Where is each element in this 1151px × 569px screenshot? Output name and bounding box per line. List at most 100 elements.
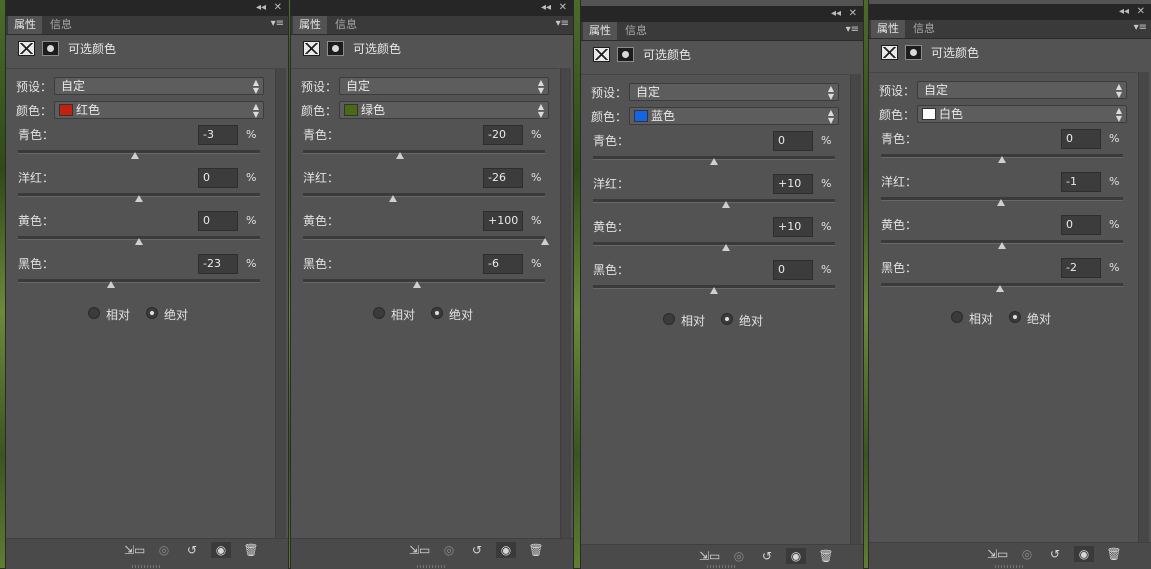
slider-value-input[interactable]: -6 (483, 254, 523, 274)
color-select[interactable]: 绿色 ▲ ▼ (339, 101, 549, 119)
visibility-previous-icon[interactable]: ◎ (1017, 546, 1037, 562)
eye-icon[interactable]: ◉ (1074, 546, 1094, 562)
slider-value-input[interactable]: -20 (483, 125, 523, 145)
trash-icon[interactable]: 🗑 (1104, 546, 1124, 562)
slider-thumb[interactable] (541, 238, 549, 245)
mask-icon[interactable] (327, 41, 344, 56)
close-icon[interactable]: ✕ (274, 1, 282, 15)
slider-value-input[interactable]: 0 (198, 168, 238, 188)
slider-track[interactable] (303, 193, 545, 197)
slider-thumb[interactable] (135, 195, 143, 202)
scrollbar[interactable] (275, 68, 286, 538)
slider-track[interactable] (303, 279, 545, 283)
absolute-radio[interactable] (721, 313, 733, 325)
eye-icon[interactable]: ◉ (211, 542, 231, 558)
slider-value-input[interactable]: -23 (198, 254, 238, 274)
slider-thumb[interactable] (388, 195, 397, 202)
slider-thumb[interactable] (995, 285, 1004, 292)
collapse-icon[interactable]: ◂◂ (256, 1, 266, 15)
trash-icon[interactable]: 🗑 (816, 548, 836, 564)
slider-thumb[interactable] (710, 287, 718, 294)
close-icon[interactable]: ✕ (849, 7, 857, 21)
scrollbar[interactable] (560, 68, 571, 538)
tab-properties[interactable]: 属性 (8, 16, 42, 34)
slider-value-input[interactable]: +10 (773, 217, 813, 237)
slider-thumb[interactable] (722, 201, 731, 208)
slider-thumb[interactable] (395, 152, 404, 159)
collapse-icon[interactable]: ◂◂ (541, 1, 551, 15)
mask-icon[interactable] (905, 45, 922, 60)
slider-value-input[interactable]: 0 (1061, 215, 1101, 235)
close-icon[interactable]: ✕ (1137, 5, 1145, 19)
slider-thumb[interactable] (998, 156, 1006, 163)
slider-thumb[interactable] (996, 199, 1005, 206)
absolute-radio[interactable] (431, 307, 443, 319)
slider-thumb[interactable] (722, 244, 731, 251)
clip-to-layer-icon[interactable]: ⇲▭ (699, 548, 720, 564)
slider-thumb[interactable] (107, 281, 116, 288)
reset-icon[interactable]: ↺ (757, 548, 777, 564)
visibility-previous-icon[interactable]: ◎ (439, 542, 459, 558)
slider-value-input[interactable]: 0 (773, 131, 813, 151)
slider-track[interactable] (303, 236, 545, 240)
adjustment-icon[interactable] (881, 45, 898, 60)
slider-value-input[interactable]: -2 (1061, 258, 1101, 278)
slider-value-input[interactable]: 0 (773, 260, 813, 280)
preset-select[interactable]: 自定 ▲ ▼ (339, 77, 549, 95)
trash-icon[interactable]: 🗑 (241, 542, 261, 558)
absolute-radio[interactable] (1009, 311, 1021, 323)
tab-properties[interactable]: 属性 (293, 16, 327, 34)
mask-icon[interactable] (617, 47, 634, 62)
color-select[interactable]: 红色 ▲ ▼ (54, 101, 264, 119)
panel-menu-icon[interactable]: ▾≡ (556, 18, 569, 29)
adjustment-icon[interactable] (303, 41, 320, 56)
visibility-previous-icon[interactable]: ◎ (729, 548, 749, 564)
adjustment-icon[interactable] (593, 47, 610, 62)
slider-thumb[interactable] (131, 152, 140, 159)
color-select[interactable]: 蓝色 ▲ ▼ (629, 107, 839, 125)
clip-to-layer-icon[interactable]: ⇲▭ (409, 542, 430, 558)
tab-info[interactable]: 信息 (619, 22, 653, 40)
collapse-icon[interactable]: ◂◂ (1119, 5, 1129, 19)
tab-info[interactable]: 信息 (329, 16, 363, 34)
clip-to-layer-icon[interactable]: ⇲▭ (124, 542, 145, 558)
slider-track[interactable] (593, 199, 835, 203)
mask-icon[interactable] (42, 41, 59, 56)
slider-value-input[interactable]: -26 (483, 168, 523, 188)
tab-info[interactable]: 信息 (44, 16, 78, 34)
slider-thumb[interactable] (412, 281, 421, 288)
tab-properties[interactable]: 属性 (583, 22, 617, 40)
scrollbar[interactable] (850, 74, 861, 544)
slider-thumb[interactable] (998, 242, 1006, 249)
panel-menu-icon[interactable]: ▾≡ (271, 18, 284, 29)
adjustment-icon[interactable] (18, 41, 35, 56)
relative-radio[interactable] (88, 307, 100, 319)
preset-select[interactable]: 自定 ▲ ▼ (54, 77, 264, 95)
relative-radio[interactable] (951, 311, 963, 323)
slider-value-input[interactable]: +100 (483, 211, 523, 231)
preset-select[interactable]: 自定 ▲ ▼ (629, 83, 839, 101)
clip-to-layer-icon[interactable]: ⇲▭ (987, 546, 1008, 562)
preset-select[interactable]: 自定 ▲ ▼ (917, 81, 1127, 99)
visibility-previous-icon[interactable]: ◎ (154, 542, 174, 558)
close-icon[interactable]: ✕ (559, 1, 567, 15)
slider-value-input[interactable]: -3 (198, 125, 238, 145)
slider-value-input[interactable]: -1 (1061, 172, 1101, 192)
absolute-radio[interactable] (146, 307, 158, 319)
slider-value-input[interactable]: 0 (1061, 129, 1101, 149)
slider-value-input[interactable]: 0 (198, 211, 238, 231)
eye-icon[interactable]: ◉ (496, 542, 516, 558)
collapse-icon[interactable]: ◂◂ (831, 7, 841, 21)
tab-info[interactable]: 信息 (907, 20, 941, 38)
reset-icon[interactable]: ↺ (182, 542, 202, 558)
panel-menu-icon[interactable]: ▾≡ (846, 24, 859, 35)
reset-icon[interactable]: ↺ (1045, 546, 1065, 562)
slider-track[interactable] (18, 279, 260, 283)
slider-thumb[interactable] (710, 158, 718, 165)
trash-icon[interactable]: 🗑 (526, 542, 546, 558)
reset-icon[interactable]: ↺ (467, 542, 487, 558)
scrollbar[interactable] (1138, 72, 1149, 542)
slider-thumb[interactable] (135, 238, 143, 245)
relative-radio[interactable] (373, 307, 385, 319)
eye-icon[interactable]: ◉ (786, 548, 806, 564)
